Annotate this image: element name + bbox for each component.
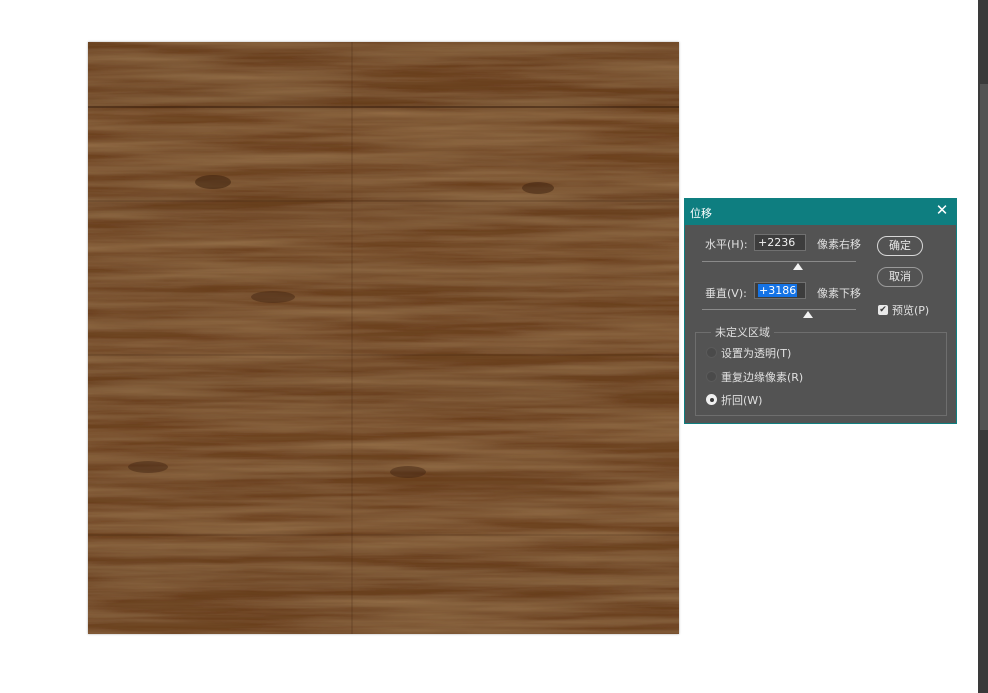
radio-label-transparent: 设置为透明(T) [721,347,792,360]
radio-label-repeat-edge: 重复边缘像素(R) [721,371,804,384]
horizontal-slider-track[interactable] [702,261,856,262]
vertical-slider-track[interactable] [702,309,856,310]
radio-repeat-edge[interactable] [706,371,717,382]
workspace: 位移 ✕ 水平(H): +2236 像素右移 垂直(V): +3186 像素下移… [0,0,988,693]
image-canvas[interactable] [88,42,679,634]
cancel-button[interactable]: 取消 [877,267,923,287]
close-icon[interactable]: ✕ [933,201,951,219]
radio-transparent[interactable] [706,347,717,358]
radio-wrap-around[interactable] [706,394,717,405]
wood-texture-image [88,42,679,634]
preview-checkbox[interactable]: ✔ [878,305,888,315]
scrollbar-thumb[interactable] [980,84,988,430]
preview-label: 预览(P) [892,304,930,317]
vertical-label: 垂直(V): [705,287,747,300]
vertical-offset-input[interactable]: +3186 [754,282,806,299]
dialog-title: 位移 [690,207,712,220]
dialog-title-bar[interactable]: 位移 ✕ [685,199,956,225]
ok-button[interactable]: 确定 [877,236,923,256]
horizontal-unit-label: 像素右移 [817,238,861,251]
vertical-slider-handle[interactable] [803,311,813,318]
offset-dialog: 位移 ✕ 水平(H): +2236 像素右移 垂直(V): +3186 像素下移… [684,198,957,424]
horizontal-label: 水平(H): [705,238,748,251]
horizontal-offset-input[interactable]: +2236 [754,234,806,251]
undefined-area-title: 未定义区域 [711,324,774,340]
selected-text: +3186 [758,284,798,297]
vertical-unit-label: 像素下移 [817,287,861,300]
horizontal-slider-handle[interactable] [793,263,803,270]
radio-label-wrap-around: 折回(W) [721,394,763,407]
